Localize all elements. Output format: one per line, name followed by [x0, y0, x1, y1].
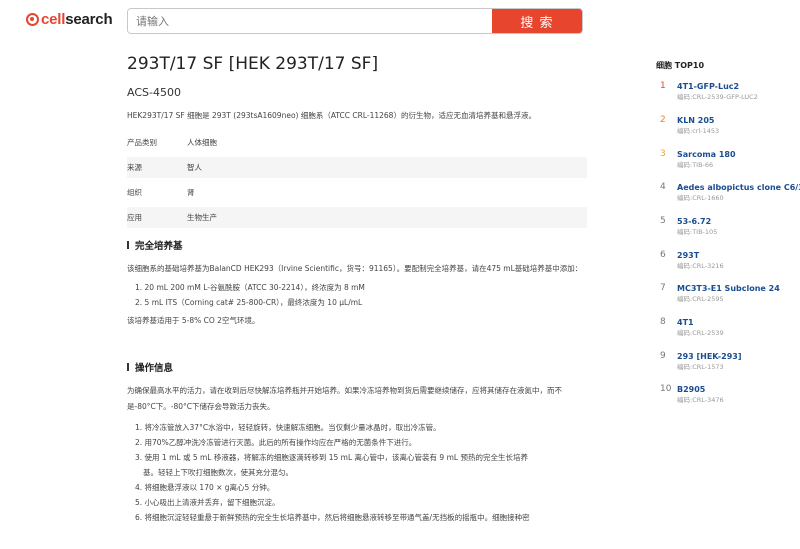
- list-item: 4. 将细胞悬浮液以 170 × g离心5 分钟。: [135, 483, 275, 492]
- page-title: 293T/17 SF [HEK 293T/17 SF]: [127, 54, 379, 74]
- property-label: 应用: [127, 213, 142, 222]
- handling-section-heading: 操作信息: [127, 360, 587, 374]
- rank-number: 7: [660, 283, 666, 293]
- list-item: 6. 将细胞沉淀轻轻重悬于新鲜预热的完全生长培养基中，然后将细胞悬液转移至带通气…: [135, 513, 530, 522]
- top-item-3[interactable]: 3 Sarcoma 180 编码:TIB-66: [656, 149, 800, 170]
- rank-number: 1: [660, 81, 666, 91]
- cell-name-link[interactable]: KLN 205: [677, 115, 800, 126]
- top-item-4[interactable]: 4 Aedes albopictus clone C6/36 编码:CRL-166…: [656, 182, 800, 203]
- medium-section-heading: 完全培养基: [127, 238, 587, 252]
- cell-code: 编码:CRL-2595: [677, 295, 724, 303]
- top-item-7[interactable]: 7 MC3T3-E1 Subclone 24 编码:CRL-2595: [656, 283, 800, 304]
- cellsearch-logo[interactable]: cellsearch: [26, 11, 113, 28]
- property-value: 肾: [187, 188, 195, 197]
- rank-number: 10: [660, 384, 672, 394]
- cell-code: 编码:CRL-1660: [677, 194, 724, 202]
- list-item-continued: 基。轻轻上下吹打细胞数次，使其充分混匀。: [143, 468, 293, 477]
- property-row-source: 来源 智人: [127, 157, 587, 178]
- catalog-number: ACS-4500: [127, 86, 181, 99]
- handling-steps: 1. 将冷冻管放入37°C水浴中，轻轻旋转，快速解冻细胞。当仅剩少量冰晶时，取出…: [127, 420, 587, 525]
- list-item: 1. 将冷冻管放入37°C水浴中，轻轻旋转，快速解冻细胞。当仅剩少量冰晶时，取出…: [135, 423, 441, 432]
- property-table: 产品类别 人体细胞 来源 智人 组织 肾 应用 生物生产: [127, 132, 587, 228]
- rank-number: 9: [660, 351, 666, 361]
- logo-mark-icon: [26, 13, 39, 26]
- cell-code: 编码:CRL-3476: [677, 396, 724, 404]
- list-item: 2. 用70%乙醇冲洗冷冻管进行灭菌。此后的所有操作均应在严格的无菌条件下进行。: [135, 438, 417, 447]
- search-input[interactable]: [128, 9, 492, 33]
- cell-code: 编码:TIB-66: [677, 161, 714, 169]
- cell-name-link[interactable]: 293T: [677, 250, 800, 261]
- top-item-9[interactable]: 9 293 [HEK-293] 编码:CRL-1573: [656, 351, 800, 372]
- list-item: 5. 小心吸出上清液并丢弃，留下细胞沉淀。: [135, 498, 280, 507]
- list-item: 2. 5 mL ITS（Corning cat# 25-800-CR），最终浓度…: [135, 298, 363, 307]
- rank-number: 5: [660, 216, 666, 226]
- section-marker: [127, 241, 129, 249]
- cell-code: 编码:crl-1453: [677, 127, 720, 135]
- rank-number: 8: [660, 317, 666, 327]
- top-item-2[interactable]: 2 KLN 205 编码:crl-1453: [656, 115, 800, 136]
- rank-number: 4: [660, 182, 666, 192]
- cell-name-link[interactable]: 4T1: [677, 317, 800, 328]
- medium-list: 1. 20 mL 200 mM L-谷氨酰胺（ATCC 30-2214），终浓度…: [127, 280, 587, 310]
- cell-name-link[interactable]: B2905: [677, 384, 800, 395]
- cell-name-link[interactable]: Sarcoma 180: [677, 149, 800, 160]
- property-row-tissue: 组织 肾: [127, 182, 587, 203]
- search-button[interactable]: 搜 索: [492, 9, 582, 33]
- property-label: 组织: [127, 188, 142, 197]
- medium-note: 该培养基适用于 5-8% CO 2空气环境。: [127, 316, 260, 325]
- rank-number: 3: [660, 149, 666, 159]
- cell-name-link[interactable]: 4T1-GFP-Luc2: [677, 81, 800, 92]
- medium-intro: 该细胞系的基础培养基为BalanCD HEK293（Irvine Scienti…: [127, 264, 583, 273]
- section-heading-text: 完全培养基: [135, 241, 183, 252]
- cell-name-link[interactable]: Aedes albopictus clone C6/36: [677, 182, 800, 193]
- top-item-6[interactable]: 6 293T 编码:CRL-3216: [656, 250, 800, 271]
- property-row-category: 产品类别 人体细胞: [127, 132, 587, 153]
- handling-intro: 为确保最高水平的活力，请在收到后尽快解冻培养瓶并开始培养。如果冷冻培养物到货后需…: [127, 386, 562, 411]
- cell-code: 编码:CRL-2539: [677, 329, 724, 337]
- list-item: 1. 20 mL 200 mM L-谷氨酰胺（ATCC 30-2214），终浓度…: [135, 283, 365, 292]
- cell-code: 编码:TIB-105: [677, 228, 718, 236]
- top-item-1[interactable]: 1 4T1-GFP-Luc2 编码:CRL-2539-GFP-LUC2: [656, 81, 800, 102]
- section-marker: [127, 363, 129, 371]
- property-value: 人体细胞: [187, 138, 217, 147]
- property-label: 产品类别: [127, 138, 157, 147]
- product-description: HEK293T/17 SF 细胞是 293T (293tsA1609neo) 细…: [127, 111, 536, 120]
- sidebar-title: 细胞 TOP10: [656, 61, 705, 70]
- cell-code: 编码:CRL-1573: [677, 363, 724, 371]
- cell-name-link[interactable]: 293 [HEK-293]: [677, 351, 800, 362]
- rank-number: 2: [660, 115, 666, 125]
- property-row-application: 应用 生物生产: [127, 207, 587, 228]
- top-item-5[interactable]: 5 53-6.72 编码:TIB-105: [656, 216, 800, 237]
- property-label: 来源: [127, 163, 142, 172]
- property-value: 生物生产: [187, 213, 217, 222]
- search-bar: 搜 索: [127, 8, 583, 34]
- list-item: 3. 使用 1 mL 或 5 mL 移液器，将解冻的细胞逐滴转移到 15 mL …: [135, 453, 528, 462]
- top-item-10[interactable]: 10 B2905 编码:CRL-3476: [656, 384, 800, 405]
- rank-number: 6: [660, 250, 666, 260]
- cell-name-link[interactable]: MC3T3-E1 Subclone 24: [677, 283, 800, 294]
- logo-text: cellsearch: [41, 11, 113, 28]
- top-item-8[interactable]: 8 4T1 编码:CRL-2539: [656, 317, 800, 338]
- cell-code: 编码:CRL-2539-GFP-LUC2: [677, 93, 758, 101]
- product-detail: 293T/17 SF [HEK 293T/17 SF] ACS-4500 HEK…: [127, 52, 587, 525]
- cell-code: 编码:CRL-3216: [677, 262, 724, 270]
- property-value: 智人: [187, 163, 202, 172]
- cell-name-link[interactable]: 53-6.72: [677, 216, 800, 227]
- section-heading-text: 操作信息: [135, 363, 174, 374]
- top10-sidebar: 细胞 TOP10 1 4T1-GFP-Luc2 编码:CRL-2539-GFP-L…: [656, 60, 800, 404]
